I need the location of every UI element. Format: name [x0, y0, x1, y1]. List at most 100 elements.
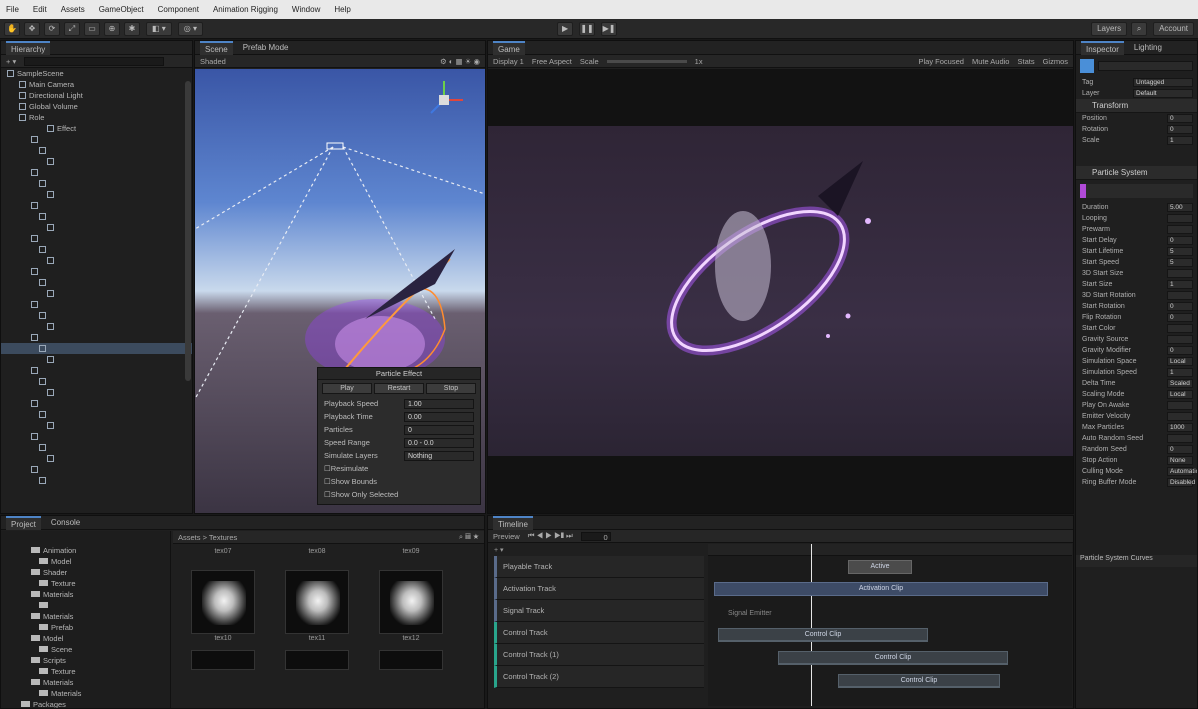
- inspector-property-value[interactable]: 0: [1167, 125, 1193, 134]
- gizmos-toggle[interactable]: Gizmos: [1043, 57, 1068, 66]
- hierarchy-item[interactable]: SampleScene: [1, 68, 192, 79]
- texture-thumbnail[interactable]: [285, 570, 349, 634]
- inspector-property-value[interactable]: [1167, 401, 1193, 410]
- rect-tool-icon[interactable]: ▭: [84, 21, 100, 36]
- menu-window[interactable]: Window: [292, 5, 320, 14]
- stats-toggle[interactable]: Stats: [1017, 57, 1034, 66]
- timeline-add-icon[interactable]: + ▾: [494, 546, 704, 556]
- particle-effect-row-value[interactable]: Nothing: [404, 450, 474, 461]
- hierarchy-item[interactable]: [1, 211, 192, 222]
- hierarchy-item[interactable]: [1, 387, 192, 398]
- inspector-property-value[interactable]: [1167, 412, 1193, 421]
- hierarchy-item[interactable]: [1, 398, 192, 409]
- play-icon[interactable]: ▶: [557, 21, 574, 36]
- inspector-property-value[interactable]: Local: [1167, 390, 1193, 399]
- scale-slider[interactable]: [606, 59, 687, 63]
- tab-prefab-mode[interactable]: Prefab Mode: [243, 43, 289, 52]
- inspector-property-value[interactable]: 1: [1167, 368, 1193, 377]
- hierarchy-item[interactable]: [1, 145, 192, 156]
- hierarchy-item[interactable]: Directional Light: [1, 90, 192, 101]
- search-icon[interactable]: ⌕: [1131, 21, 1148, 36]
- checkbox-icon[interactable]: ☐: [324, 464, 331, 473]
- hierarchy-item[interactable]: [1, 233, 192, 244]
- display-dropdown[interactable]: Display 1: [493, 57, 524, 66]
- timeline-track[interactable]: Control Track (2): [494, 666, 704, 688]
- clip-control-1[interactable]: Control Clip: [718, 628, 928, 642]
- particle-restart-button[interactable]: Restart: [374, 383, 424, 394]
- timeline-track[interactable]: Control Track (1): [494, 644, 704, 666]
- layers-dropdown[interactable]: Layers: [1091, 21, 1128, 36]
- particle-play-button[interactable]: Play: [322, 383, 372, 394]
- project-folder-item[interactable]: Materials: [1, 688, 170, 699]
- move-tool-icon[interactable]: ✥: [24, 21, 40, 36]
- hierarchy-item[interactable]: [1, 321, 192, 332]
- tab-hierarchy[interactable]: Hierarchy: [6, 41, 51, 55]
- inspector-property-value[interactable]: 0: [1167, 114, 1193, 123]
- clip-control-3[interactable]: Control Clip: [838, 674, 1000, 688]
- project-folder-item[interactable]: Materials: [1, 677, 170, 688]
- project-folder-item[interactable]: Animation: [1, 545, 170, 556]
- tab-lighting[interactable]: Lighting: [1134, 43, 1162, 52]
- account-dropdown[interactable]: Account: [1153, 21, 1194, 36]
- project-folder-item[interactable]: Packages: [1, 699, 170, 708]
- pause-icon[interactable]: ❚❚: [579, 21, 596, 36]
- axis-gizmo[interactable]: [421, 77, 467, 123]
- timeline-track[interactable]: Playable Track: [494, 556, 704, 578]
- timeline-transport-icon[interactable]: ⏮ ◀ ▶ ▶❚ ⏭: [528, 531, 573, 541]
- layer-dropdown[interactable]: Default: [1133, 89, 1193, 98]
- project-folder-item[interactable]: [1, 600, 170, 611]
- timeline-ruler[interactable]: [708, 544, 1072, 556]
- inspector-property-value[interactable]: [1167, 225, 1193, 234]
- inspector-property-value[interactable]: [1167, 434, 1193, 443]
- hierarchy-item[interactable]: [1, 409, 192, 420]
- hierarchy-item[interactable]: Main Camera: [1, 79, 192, 90]
- project-folder-item[interactable]: Texture: [1, 666, 170, 677]
- scale-tool-icon[interactable]: ⤢: [64, 21, 80, 36]
- hierarchy-item[interactable]: [1, 376, 192, 387]
- inspector-property-value[interactable]: 0: [1167, 302, 1193, 311]
- texture-thumbnail[interactable]: [191, 570, 255, 634]
- texture-thumbnail[interactable]: [285, 650, 349, 670]
- shading-mode-dropdown[interactable]: Shaded: [200, 57, 226, 66]
- inspector-property-value[interactable]: 0: [1167, 445, 1193, 454]
- hierarchy-item[interactable]: [1, 255, 192, 266]
- particle-effect-row-value[interactable]: 0.00: [404, 411, 474, 422]
- hierarchy-item[interactable]: [1, 134, 192, 145]
- tab-project[interactable]: Project: [6, 516, 41, 530]
- hierarchy-item[interactable]: [1, 189, 192, 200]
- tab-inspector[interactable]: Inspector: [1081, 41, 1124, 55]
- mute-audio-toggle[interactable]: Mute Audio: [972, 57, 1010, 66]
- inspector-property-value[interactable]: Automatic: [1167, 467, 1197, 476]
- signal-emitter-label[interactable]: Signal Emitter: [728, 610, 772, 617]
- inspector-property-value[interactable]: 5: [1167, 258, 1193, 267]
- particle-stop-button[interactable]: Stop: [426, 383, 476, 394]
- hierarchy-item[interactable]: [1, 475, 192, 486]
- object-name-field[interactable]: [1098, 61, 1193, 71]
- hand-tool-icon[interactable]: ✋: [4, 21, 20, 36]
- hierarchy-item[interactable]: [1, 310, 192, 321]
- hierarchy-scrollbar[interactable]: [185, 81, 191, 381]
- hierarchy-item[interactable]: [1, 354, 192, 365]
- hierarchy-search-input[interactable]: [24, 56, 165, 66]
- hierarchy-item[interactable]: [1, 453, 192, 464]
- hierarchy-item[interactable]: Effect: [1, 123, 192, 134]
- particle-effect-checkbox[interactable]: ☐ Show Only Selected: [318, 488, 480, 501]
- menu-component[interactable]: Component: [158, 5, 199, 14]
- hierarchy-item[interactable]: [1, 178, 192, 189]
- tab-scene[interactable]: Scene: [200, 41, 233, 55]
- particle-system-name-bar[interactable]: [1080, 184, 1193, 198]
- particle-curves-footer[interactable]: Particle System Curves: [1076, 555, 1197, 567]
- timeline-playhead[interactable]: [811, 544, 812, 706]
- project-breadcrumb[interactable]: Assets > Textures: [178, 533, 237, 542]
- inspector-property-value[interactable]: 0: [1167, 346, 1193, 355]
- inspector-property-value[interactable]: [1167, 335, 1193, 344]
- hierarchy-item[interactable]: [1, 299, 192, 310]
- texture-thumbnail[interactable]: [379, 570, 443, 634]
- hierarchy-item[interactable]: [1, 343, 192, 354]
- inspector-property-value[interactable]: 1000: [1167, 423, 1193, 432]
- particle-effect-row-value[interactable]: 1.00: [404, 398, 474, 409]
- global-button[interactable]: ◎ ▾: [177, 21, 204, 36]
- project-folder-item[interactable]: Scene: [1, 644, 170, 655]
- game-viewport[interactable]: [488, 69, 1073, 513]
- inspector-property-value[interactable]: 0: [1167, 313, 1193, 322]
